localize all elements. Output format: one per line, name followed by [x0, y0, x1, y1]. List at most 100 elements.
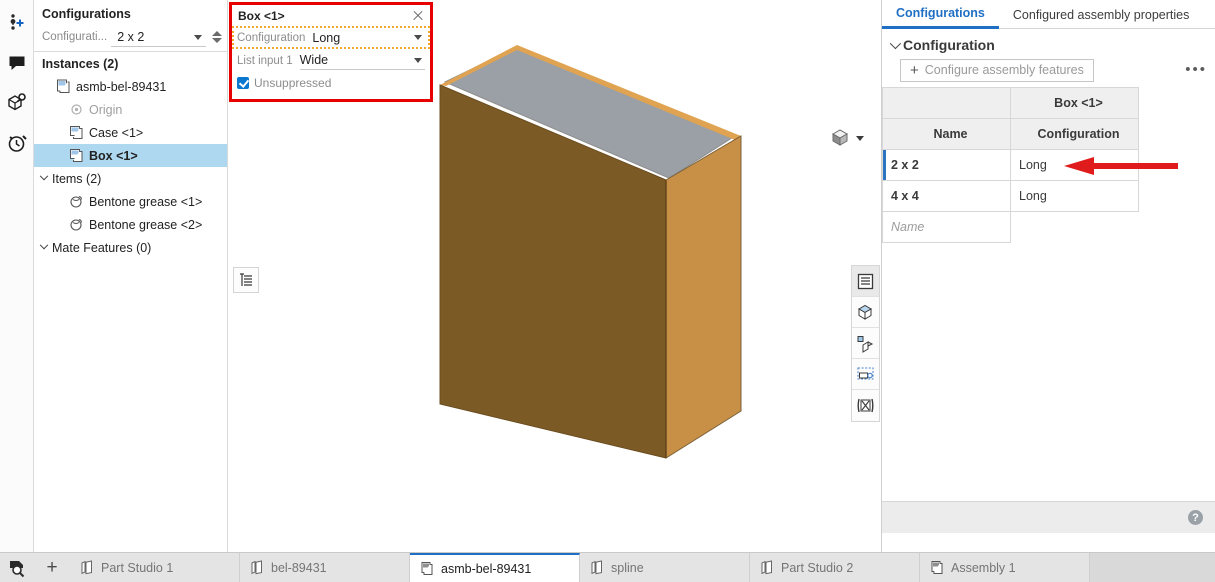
tree-node[interactable]: Box <1> [34, 144, 227, 167]
document-search-button[interactable] [0, 553, 34, 582]
onshape-assembly-window: Configurations Configurati... 2 x 2 Inst… [0, 0, 1215, 582]
vtool-display-state[interactable] [852, 359, 879, 390]
configuration-section-header[interactable]: Configuration [882, 29, 1215, 57]
popup-row-label: List input 1 [237, 54, 293, 67]
add-instance-icon [10, 14, 24, 30]
instances-tree: Instances (2) asmb-bel-89431 Origin Case <1… [34, 52, 227, 259]
table-cell-configuration[interactable]: Long [1010, 180, 1139, 212]
vtool-instances-list[interactable] [852, 266, 879, 297]
tree-node[interactable]: Bentone grease <1> [34, 190, 227, 213]
feature-list-toggle-button[interactable] [233, 267, 259, 293]
tree-node-label: Instances (2) [42, 56, 119, 71]
part-studio-icon [590, 560, 605, 575]
table-header-row: Name Configuration [882, 118, 1215, 150]
tree-node[interactable]: Case <1> [34, 121, 227, 144]
tree-node[interactable]: Origin [34, 98, 227, 121]
rail-history[interactable] [3, 128, 31, 158]
popup-row-configuration[interactable]: Configuration Long [232, 26, 430, 49]
table-header-configuration: Configuration [1010, 118, 1139, 150]
document-tab-spline[interactable]: spline [580, 553, 750, 582]
table-group-header-row: Box <1> [882, 87, 1215, 119]
rail-parts[interactable] [3, 88, 31, 118]
table-new-row[interactable]: Name [882, 211, 1215, 243]
left-icon-rail [0, 0, 34, 552]
explode-view-icon [857, 335, 874, 353]
configure-assembly-features-label: Configure assembly features [924, 63, 1084, 77]
stepper-up-icon [211, 31, 222, 36]
document-tab-assembly-1[interactable]: Assembly 1 [920, 553, 1090, 582]
vtool-explode-view[interactable] [852, 328, 879, 359]
table-cell-name[interactable]: 4 x 4 [882, 180, 1011, 212]
document-tab-label: Part Studio 1 [101, 560, 174, 575]
assembly-tab-icon [420, 561, 435, 576]
tree-node[interactable]: Instances (2) [34, 52, 227, 75]
vtool-section-view[interactable] [852, 297, 879, 328]
shaded-cube-icon [831, 129, 849, 146]
tree-node-label: Bentone grease <2> [89, 217, 203, 232]
expand-chevron-icon[interactable] [38, 240, 50, 251]
table-row[interactable]: 4 x 4 Long [882, 180, 1215, 212]
part-icon [68, 125, 84, 141]
tree-node[interactable]: Bentone grease <2> [34, 213, 227, 236]
new-row-configuration-cell[interactable] [1010, 211, 1139, 243]
document-tab-label: Assembly 1 [951, 560, 1016, 575]
part-studio-icon [760, 560, 775, 575]
popup-row-value: Long [312, 30, 341, 45]
popup-row-value-select[interactable]: Wide [299, 51, 425, 70]
display-style-control[interactable] [829, 127, 864, 149]
history-icon [8, 135, 27, 152]
stepper-down-icon [211, 38, 222, 43]
tree-node-label: Origin [89, 102, 123, 117]
table-spacer-cell [1139, 88, 1215, 119]
document-tab-asmb-bel-89431[interactable]: asmb-bel-89431 [410, 553, 580, 582]
configuration-section-title: Configuration [903, 37, 995, 53]
tab-configurations[interactable]: Configurations [882, 0, 999, 29]
rail-comments[interactable] [3, 48, 31, 78]
configuration-select[interactable]: 2 x 2 [111, 27, 206, 47]
unsuppressed-checkbox-row[interactable]: Unsuppressed [232, 72, 430, 94]
table-cell-name[interactable]: 2 x 2 [882, 149, 1011, 181]
help-icon[interactable]: ? [1188, 510, 1203, 525]
panel-footer: ? [882, 501, 1215, 533]
add-tab-button[interactable]: + [34, 553, 70, 582]
configure-assembly-features-button[interactable]: + Configure assembly features [900, 58, 1094, 82]
table-spacer-cell [1139, 212, 1215, 243]
plus-icon: + [910, 61, 919, 79]
popup-row-list-input-1[interactable]: List input 1 Wide [232, 49, 430, 72]
popup-row-value-select[interactable]: Long [312, 28, 425, 47]
red-arrow-icon [1064, 157, 1178, 175]
tree-node[interactable]: asmb-bel-89431 [34, 75, 227, 98]
tree-node-label: Box <1> [89, 148, 138, 163]
configuration-stepper[interactable] [210, 27, 223, 47]
rail-add-instance[interactable] [3, 8, 31, 38]
close-icon[interactable] [410, 8, 426, 24]
tree-node[interactable]: Items (2) [34, 167, 227, 190]
document-tab-bel-89431[interactable]: bel-89431 [240, 553, 410, 582]
display-style-chevron-icon [856, 135, 864, 141]
chevron-down-icon [194, 35, 202, 40]
box-right-face [665, 135, 742, 459]
chevron-down-icon [414, 58, 422, 63]
origin-icon [68, 102, 84, 118]
document-tab-part-studio-1[interactable]: Part Studio 1 [70, 553, 240, 582]
overflow-menu-icon[interactable]: ••• [1185, 62, 1207, 77]
vtool-measure[interactable] [852, 390, 879, 421]
tree-node-label: asmb-bel-89431 [76, 79, 167, 94]
new-row-name-input[interactable]: Name [882, 211, 1011, 243]
expand-chevron-icon[interactable] [38, 171, 50, 182]
document-tab-bar: + Part Studio 1 bel-89431 asmb-bel-89431 sp… [0, 552, 1215, 582]
feature-list-icon [240, 273, 252, 286]
document-search-icon [10, 560, 25, 577]
chevron-down-icon [414, 35, 422, 40]
document-tab-part-studio-2[interactable]: Part Studio 2 [750, 553, 920, 582]
annotation-arrow [1060, 155, 1178, 180]
table-corner-cell [882, 87, 1011, 119]
tab-configured-assembly-properties[interactable]: Configured assembly properties [999, 0, 1203, 29]
tree-node[interactable]: Mate Features (0) [34, 236, 227, 259]
assembly-tab-icon [930, 560, 945, 575]
tree-node-label: Bentone grease <1> [89, 194, 203, 209]
part-search-icon [8, 93, 26, 111]
unsuppressed-checkbox[interactable] [237, 77, 249, 89]
configuration-selector-label: Configurati... [42, 31, 108, 43]
panel-title: Configurations [42, 7, 131, 21]
